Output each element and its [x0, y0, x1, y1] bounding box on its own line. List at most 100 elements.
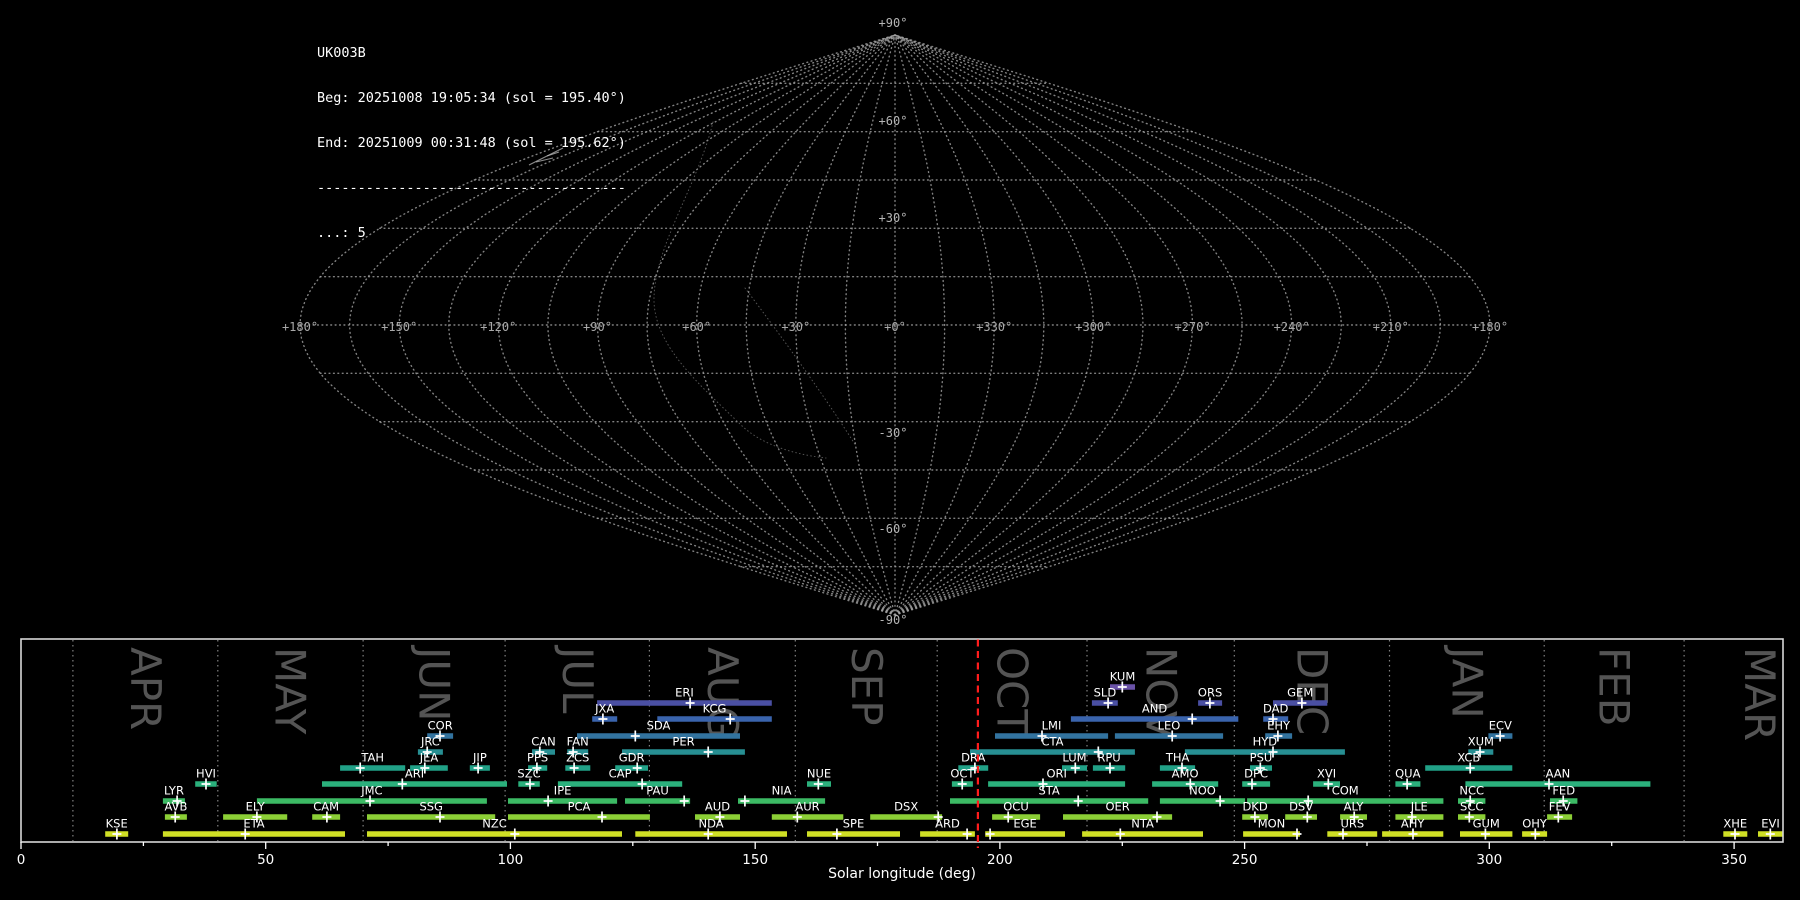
- shower-code-label: DAD: [1263, 702, 1289, 716]
- shower-code-label: FEV: [1549, 800, 1571, 814]
- shower-NDA: NDA: [635, 817, 787, 840]
- shower-code-label: FAN: [567, 735, 589, 749]
- shower-code-label: XCB: [1457, 751, 1480, 765]
- month-label: JAN: [1442, 644, 1491, 719]
- shower-code-label: KCG: [703, 702, 727, 716]
- shower-code-label: PSU: [1250, 751, 1273, 765]
- shower-code-label: NCC: [1459, 784, 1484, 798]
- shower-code-label: GDR: [619, 751, 645, 765]
- shower-code-label: HVI: [196, 767, 216, 781]
- shower-code-label: AUD: [705, 800, 730, 814]
- shower-SPE: SPE: [807, 817, 900, 840]
- shower-JMC: JMC: [256, 784, 487, 807]
- sky-longitude-label: +120°: [480, 320, 516, 334]
- sky-longitude-label: +300°: [1075, 320, 1111, 334]
- sky-map-and-timeline-canvas: +180° +150° +120° +90° +60° +30° +0° +330° +300°…: [17, 16, 1784, 882]
- meteor-observation-screen: +180° +150° +120° +90° +60° +30° +0° +330° +300°…: [0, 0, 1800, 900]
- shower-NUE: NUE: [807, 767, 831, 790]
- activity-bar: [367, 831, 622, 837]
- shower-code-label: AUR: [795, 800, 819, 814]
- shower-code-label: RPU: [1097, 751, 1120, 765]
- shower-code-label: PCA: [568, 800, 591, 814]
- shower-code-label: COR: [428, 719, 453, 733]
- month-label: JUN: [410, 644, 459, 722]
- activity-bar: [870, 814, 943, 820]
- shower-HVI: HVI: [195, 767, 217, 790]
- shower-code-label: URS: [1340, 817, 1364, 831]
- peak-marker: [1292, 828, 1302, 840]
- peak-marker: [1187, 713, 1197, 725]
- shower-code-label: XHE: [1723, 817, 1747, 831]
- shower-code-label: DPC: [1244, 767, 1268, 781]
- shower-code-label: OCT: [950, 767, 975, 781]
- shower-code-label: EGE: [1013, 817, 1036, 831]
- shower-code-label: EHY: [1267, 719, 1291, 733]
- x-axis-title: Solar longitude (deg): [828, 866, 976, 882]
- shower-code-label: KSE: [106, 817, 128, 831]
- axis-tick-label: 300: [1476, 852, 1502, 868]
- shower-AVB: AVB: [164, 800, 187, 823]
- shower-code-label: JXA: [594, 702, 614, 716]
- activity-bar: [1327, 831, 1378, 837]
- activity-bar: [508, 814, 650, 820]
- shower-code-label: LYR: [164, 784, 184, 798]
- shower-code-label: ETA: [243, 817, 264, 831]
- shower-code-label: DKD: [1242, 800, 1267, 814]
- activity-bar: [1285, 814, 1317, 820]
- begin-time-line: Beg: 20251008 19:05:34 (sol = 195.40°): [317, 90, 626, 106]
- shower-RPU: RPU: [1092, 751, 1126, 774]
- shower-code-label: ARI: [405, 767, 424, 781]
- shower-TAH: TAH: [340, 751, 406, 774]
- shower-code-label: XUM: [1468, 735, 1494, 749]
- shower-code-label: PAU: [646, 784, 668, 798]
- shower-code-label: SLD: [1094, 686, 1117, 700]
- shower-AHY: AHY: [1382, 817, 1444, 840]
- shower-code-label: ALY: [1344, 800, 1365, 814]
- sky-longitude-label: +0°: [884, 320, 906, 334]
- shower-code-label: MON: [1258, 817, 1286, 831]
- shower-code-label: NIA: [772, 784, 792, 798]
- shower-code-label: GUM: [1473, 817, 1500, 831]
- peak-marker: [637, 778, 647, 790]
- month-label: FEB: [1590, 647, 1639, 727]
- shower-code-label: EVI: [1761, 817, 1780, 831]
- shower-code-label: SDA: [647, 719, 671, 733]
- peak-marker: [543, 795, 553, 807]
- sky-reference-curve: [744, 287, 857, 447]
- shower-URS: URS: [1327, 817, 1378, 840]
- shower-code-label: KUM: [1110, 670, 1136, 684]
- month-label: APR: [121, 647, 170, 730]
- shower-code-label: ECV: [1489, 719, 1512, 733]
- activity-bar: [597, 700, 772, 706]
- shower-code-label: QUA: [1395, 767, 1420, 781]
- shower-EVI: EVI: [1758, 817, 1783, 840]
- activity-bar: [657, 716, 772, 722]
- shower-code-label: OHY: [1522, 817, 1548, 831]
- activity-bar: [367, 814, 496, 820]
- activity-bar: [1159, 798, 1246, 804]
- shower-ORS: ORS: [1198, 686, 1222, 709]
- month-label: MAY: [266, 647, 315, 735]
- activity-bar: [162, 831, 345, 837]
- shower-code-label: THA: [1165, 751, 1190, 765]
- sky-latitude-label: -60°: [879, 522, 908, 536]
- activity-bar: [807, 831, 900, 837]
- shower-NTA: NTA: [1082, 817, 1203, 840]
- activity-bar: [1243, 831, 1300, 837]
- shower-code-label: SPE: [843, 817, 865, 831]
- sky-longitude-label: +60°: [682, 320, 711, 334]
- shower-OCT: OCT: [950, 767, 975, 790]
- shower-FEV: FEV: [1547, 800, 1573, 823]
- shower-CAM: CAM: [312, 800, 341, 823]
- shower-code-label: ERI: [675, 686, 694, 700]
- shower-code-label: JRC: [420, 735, 440, 749]
- shower-EGE: EGE: [985, 817, 1065, 840]
- peak-marker: [630, 730, 640, 742]
- observation-header: UK003B Beg: 20251008 19:05:34 (sol = 195…: [317, 16, 626, 271]
- shower-DSX: DSX: [870, 800, 943, 823]
- shower-GUM: GUM: [1460, 817, 1513, 840]
- shower-OHY: OHY: [1522, 817, 1548, 840]
- meteor-count-line: ...: 5: [317, 225, 366, 241]
- shower-code-label: JLE: [1410, 800, 1428, 814]
- sky-longitude-label: +210°: [1373, 320, 1409, 334]
